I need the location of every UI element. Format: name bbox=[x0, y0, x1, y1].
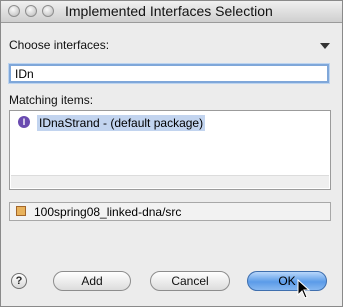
window-title: Implemented Interfaces Selection bbox=[65, 3, 273, 19]
choose-interfaces-label: Choose interfaces: bbox=[9, 38, 110, 52]
close-window-button[interactable] bbox=[8, 5, 20, 17]
interface-icon: I bbox=[18, 116, 30, 128]
horizontal-scrollbar[interactable] bbox=[11, 175, 329, 188]
view-menu-icon[interactable] bbox=[320, 43, 330, 49]
add-button[interactable]: Add bbox=[53, 271, 131, 291]
cancel-button[interactable]: Cancel bbox=[150, 271, 230, 291]
list-item-label: IDnaStrand - (default package) bbox=[37, 115, 206, 131]
help-button[interactable]: ? bbox=[11, 273, 27, 289]
matching-items-list[interactable]: I IDnaStrand - (default package) bbox=[9, 110, 331, 190]
minimize-window-button[interactable] bbox=[25, 5, 37, 17]
status-bar: 100spring08_linked-dna/src bbox=[9, 202, 331, 221]
package-folder-icon bbox=[16, 206, 26, 216]
matching-items-label: Matching items: bbox=[9, 93, 94, 107]
title-bar: Implemented Interfaces Selection bbox=[1, 1, 342, 23]
zoom-window-button[interactable] bbox=[42, 5, 54, 17]
ok-button[interactable]: OK bbox=[247, 271, 327, 291]
search-input[interactable]: IDn bbox=[9, 64, 329, 83]
dialog-window: Implemented Interfaces Selection Choose … bbox=[0, 0, 343, 307]
status-text: 100spring08_linked-dna/src bbox=[34, 205, 182, 219]
list-item[interactable]: I IDnaStrand - (default package) bbox=[11, 115, 329, 131]
mouse-cursor-icon bbox=[297, 279, 311, 299]
